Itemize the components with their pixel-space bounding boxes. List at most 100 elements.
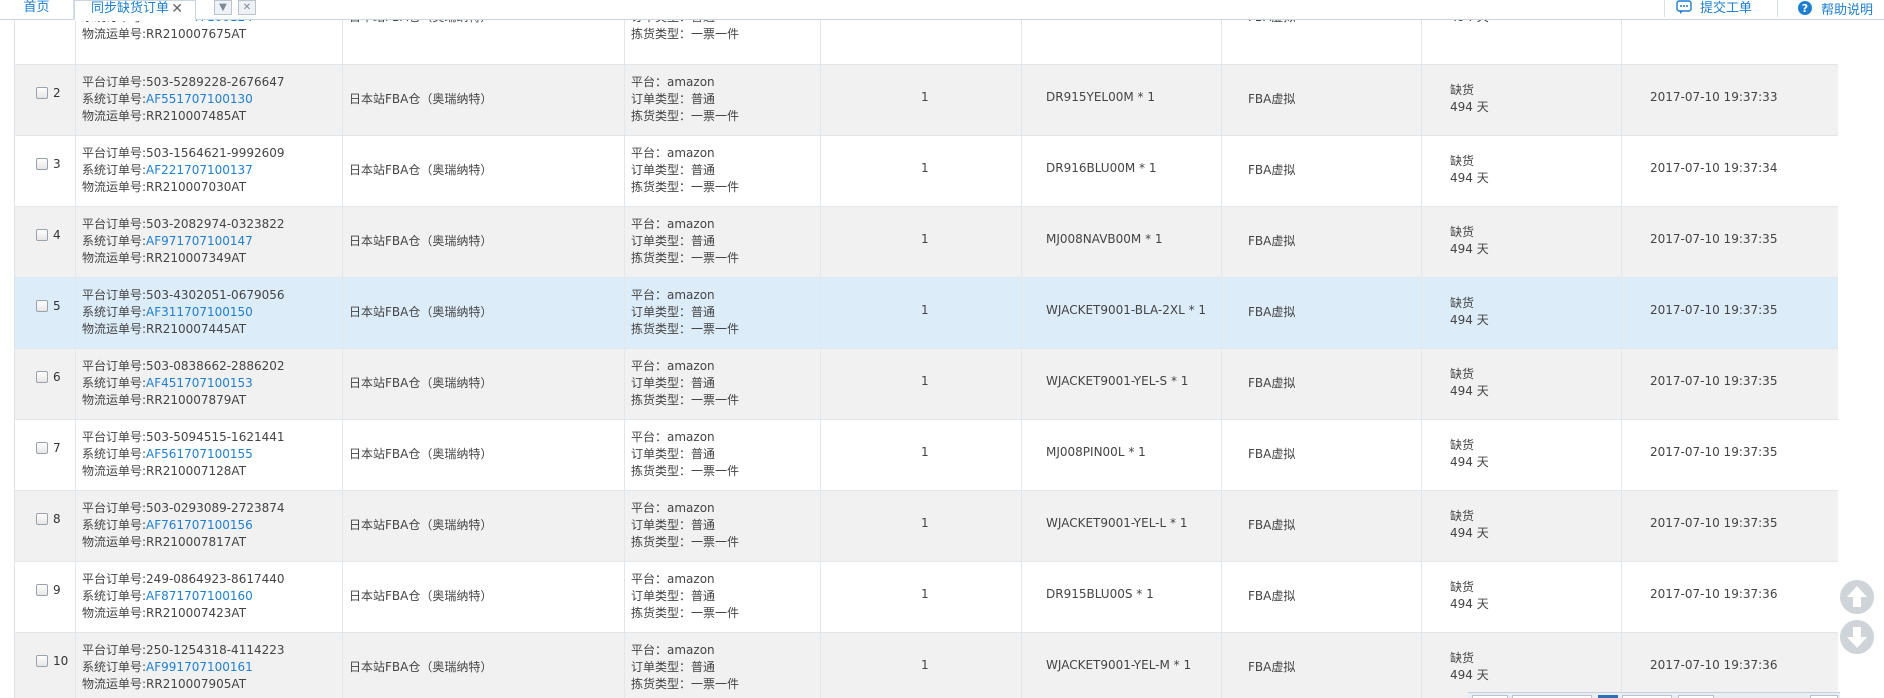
scroll-bottom-button[interactable] [1840,620,1874,654]
order-type-value: 普通 [691,518,716,532]
logistics-line: 物流运单号:RR210007817AT [82,533,246,550]
close-icon[interactable]: ✕ [171,1,183,17]
pick-type-label: 拣货类型： [631,27,692,41]
system-order-line: 系统订单号:AF451707100153 [82,374,253,391]
system-order-link[interactable]: AF551707100130 [146,92,253,106]
row-index: 2 [53,86,61,100]
system-order-line: 系统订单号:AF991707100161 [82,658,253,675]
logistics-value: RR210007349AT [146,251,247,265]
logistics-value: RR210007030AT [146,180,247,194]
row-checkbox[interactable] [36,513,48,525]
system-order-link[interactable]: AF311707100150 [146,305,253,319]
pick-type-value: 一票一件 [691,535,740,549]
row-checkbox[interactable] [36,158,48,170]
stock-status: 缺货 [1450,83,1475,97]
system-order-link[interactable]: AF991707100161 [146,660,253,674]
tab-dropdown-icon[interactable]: ▼ [214,0,232,15]
row-checkbox[interactable] [36,655,48,667]
pick-type-label: 拣货类型： [631,464,692,478]
platform-label: 平台： [631,430,668,444]
index-cell: 5 [15,278,76,348]
row-checkbox[interactable] [36,300,48,312]
table-row[interactable]: 6 平台订单号:503-0838662-2886202 系统订单号:AF4517… [15,349,1838,420]
system-order-label: 系统订单号: [82,518,147,532]
order-type-value: 普通 [691,234,716,248]
sku-cell: WJACKET9001-YEL-S * 1 [1022,349,1222,419]
submit-ticket-link[interactable]: 提交工单 [1676,0,1752,17]
warehouse-name: 日本站FBA仓（奥瑞纳特） [349,234,493,248]
warehouse-cell: 日本站FBA仓（奥瑞纳特） [343,562,625,632]
order-numbers-cell: 平台订单号:503-5094515-1621441 系统订单号:AF561707… [76,420,343,490]
fba-cell: FBA虚拟 [1222,420,1422,490]
system-order-link[interactable]: AF761707100156 [146,518,253,532]
table-row[interactable]: 8 平台订单号:503-0293089-2723874 系统订单号:AF7617… [15,491,1838,562]
stock-status: 缺货 [1450,296,1475,310]
system-order-line: 系统订单号:AF221707100137 [82,161,253,178]
time-cell: 2017-07-10 19:37:35 [1622,207,1839,277]
logistics-label: 物流运单号: [82,109,147,123]
fba-cell: FBA虚拟 [1222,65,1422,135]
order-numbers-cell: 平台订单号:249-0864923-8617440 系统订单号:AF871707… [76,562,343,632]
table-row[interactable]: 7 平台订单号:503-5094515-1621441 系统订单号:AF5617… [15,420,1838,491]
stock-status: 缺货 [1450,367,1475,381]
platform-label: 平台： [631,288,668,302]
created-time: 2017-07-10 19:37:35 [1650,516,1778,530]
scroll-top-button[interactable] [1840,580,1874,614]
row-checkbox[interactable] [36,371,48,383]
table-row[interactable]: 9 平台订单号:249-0864923-8617440 系统订单号:AF8717… [15,562,1838,633]
fba-cell: FBA虚拟 [1222,491,1422,561]
system-order-link[interactable]: AF971707100147 [146,234,253,248]
row-checkbox[interactable] [36,87,48,99]
time-cell: 2017-07-10 19:37:35 [1622,420,1839,490]
tab-sync-out-of-stock[interactable]: 同步缺货订单 ✕ [74,0,196,21]
platform-line: 平台：amazon [631,144,715,161]
platform-line: 平台：amazon [631,73,715,90]
platform-line: 平台：amazon [631,215,715,232]
logistics-value: RR210007445AT [146,322,247,336]
system-order-link[interactable]: AF561707100155 [146,447,253,461]
platform-line: 平台：amazon [631,428,715,445]
system-order-link[interactable]: AF871707100160 [146,589,253,603]
order-type-label: 订单类型： [631,589,692,603]
platform-order-line: 平台订单号:250-1254318-4114223 [82,641,285,658]
days-overdue: 494 天 [1450,313,1489,327]
system-order-label: 系统订单号: [82,447,147,461]
quantity-value: 1 [921,232,929,246]
days-overdue: 494 天 [1450,668,1489,682]
sku-cell: DR915BLU00S * 1 [1022,562,1222,632]
close-all-tabs-icon[interactable]: ✕ [238,0,256,15]
platform-value: amazon [667,75,715,89]
system-order-link[interactable]: AF221707100137 [146,163,253,177]
table-row[interactable]: 2 平台订单号:503-5289228-2676647 系统订单号:AF5517… [15,65,1838,136]
warehouse-cell: 日本站FBA仓（奥瑞纳特） [343,349,625,419]
platform-order-line: 平台订单号:503-2082974-0323822 [82,215,285,232]
submit-ticket-label: 提交工单 [1700,1,1753,16]
row-checkbox[interactable] [36,442,48,454]
pick-type-label: 拣货类型： [631,109,692,123]
system-order-link[interactable]: AF451707100153 [146,376,253,390]
tab-home[interactable]: 首页 [0,0,74,20]
quantity-cell: 1 [821,562,1022,632]
stock-status: 缺货 [1450,509,1475,523]
row-checkbox[interactable] [36,229,48,241]
table-row[interactable]: 10 平台订单号:250-1254318-4114223 系统订单号:AF991… [15,633,1838,698]
pick-type-value: 一票一件 [691,180,740,194]
platform-order-line: 平台订单号:503-0293089-2723874 [82,499,285,516]
platform-order-label: 平台订单号: [82,359,147,373]
quantity-cell: 1 [821,278,1022,348]
logistics-value: RR210007879AT [146,393,247,407]
stock-status-cell: 缺货 494 天 [1422,65,1622,135]
row-checkbox[interactable] [36,584,48,596]
help-link[interactable]: ? 帮助说明 [1797,0,1873,18]
stock-status-cell: 缺货 494 天 [1422,420,1622,490]
order-numbers-cell: 平台订单号:503-2082974-0323822 系统订单号:AF971707… [76,207,343,277]
platform-order-value: 503-5094515-1621441 [146,430,285,444]
sku-value: MJ008PIN00L * 1 [1046,445,1146,459]
time-cell: 2017-07-10 19:37:36 [1622,633,1839,698]
table-row[interactable]: 5 平台订单号:503-4302051-0679056 系统订单号:AF3117… [15,278,1838,349]
stock-status-cell: 缺货 494 天 [1422,136,1622,206]
table-row[interactable]: 4 平台订单号:503-2082974-0323822 系统订单号:AF9717… [15,207,1838,278]
stock-status-cell: 缺货 494 天 [1422,562,1622,632]
platform-value: amazon [667,217,715,231]
table-row[interactable]: 3 平台订单号:503-1564621-9992609 系统订单号:AF2217… [15,136,1838,207]
